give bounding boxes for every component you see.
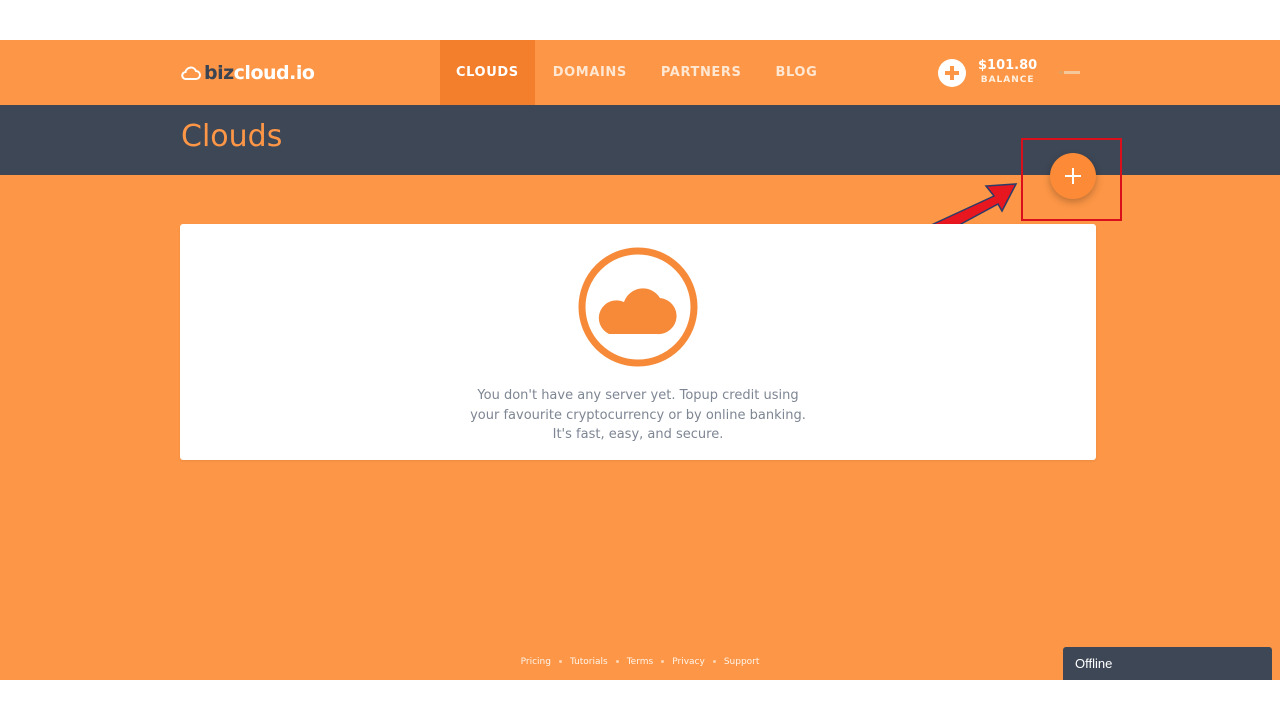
empty-state-line-2: your favourite cryptocurrency or by onli…	[470, 407, 806, 423]
topup-button[interactable]	[938, 59, 966, 87]
footer-separator	[558, 660, 562, 663]
footer-separator	[615, 660, 619, 663]
footer-link-support[interactable]: Support	[724, 657, 760, 667]
cloud-icon	[578, 247, 698, 367]
user-avatar[interactable]	[1057, 66, 1087, 78]
app-root: biz cloud.io CLOUDS DOMAINS PARTNERS BLO…	[0, 40, 1280, 680]
add-cloud-button[interactable]	[1050, 153, 1096, 199]
avatar-image-icon	[1059, 71, 1080, 74]
footer-link-pricing[interactable]: Pricing	[521, 657, 551, 667]
nav-item-domains[interactable]: DOMAINS	[537, 40, 643, 105]
plus-circle-icon	[945, 66, 959, 80]
balance-amount: $101.80	[978, 58, 1038, 73]
chat-widget-tab[interactable]: Offline	[1063, 647, 1272, 680]
cloud-logo-icon	[181, 66, 201, 80]
balance-label: BALANCE	[980, 75, 1035, 85]
footer-link-privacy[interactable]: Privacy	[672, 657, 705, 667]
nav-item-clouds[interactable]: CLOUDS	[440, 40, 535, 105]
footer-separator	[712, 660, 716, 663]
brand-name-part1: biz	[204, 62, 234, 84]
page-title: Clouds	[181, 119, 283, 154]
brand-name-part2: cloud.io	[233, 62, 315, 84]
brand-logo[interactable]: biz cloud.io	[181, 62, 315, 84]
empty-state-line-3: It's fast, easy, and secure.	[552, 427, 724, 442]
plus-icon	[1065, 168, 1081, 184]
main-nav: CLOUDS DOMAINS PARTNERS BLOG	[440, 40, 833, 105]
footer-separator	[661, 660, 665, 663]
empty-state-line-1: You don't have any server yet. Topup cre…	[477, 388, 799, 403]
nav-item-blog[interactable]: BLOG	[759, 40, 833, 105]
nav-item-partners[interactable]: PARTNERS	[645, 40, 758, 105]
top-navigation: biz cloud.io CLOUDS DOMAINS PARTNERS BLO…	[0, 40, 1280, 105]
balance-display: $101.80 BALANCE	[978, 58, 1037, 85]
empty-state-card: You don't have any server yet. Topup cre…	[180, 224, 1096, 460]
footer-link-terms[interactable]: Terms	[627, 657, 654, 667]
footer-link-tutorials[interactable]: Tutorials	[570, 657, 608, 667]
empty-state-message: You don't have any server yet. Topup cre…	[180, 386, 1096, 445]
